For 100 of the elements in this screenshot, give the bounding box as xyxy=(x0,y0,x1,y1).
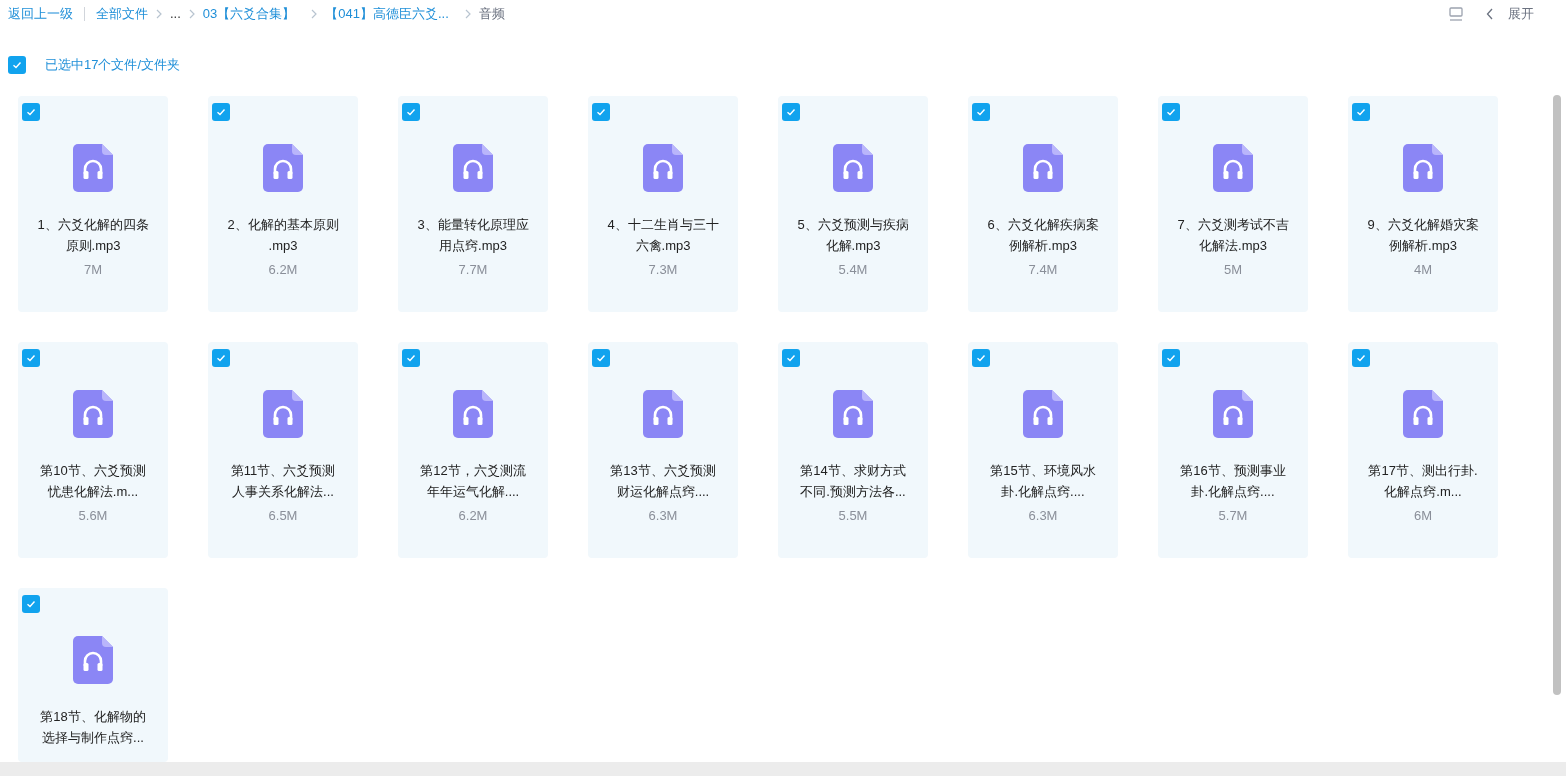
file-size: 5.4M xyxy=(838,261,868,279)
checkmark-icon xyxy=(1165,352,1177,364)
file-checkbox[interactable] xyxy=(972,349,990,367)
file-checkbox[interactable] xyxy=(1162,349,1180,367)
expand-button[interactable]: 展开 xyxy=(1508,3,1534,24)
breadcrumb-link[interactable]: 全部文件 xyxy=(96,3,148,24)
file-checkbox[interactable] xyxy=(402,349,420,367)
audio-file-icon xyxy=(453,390,493,438)
file-card[interactable]: 第18节、化解物的 选择与制作点窍... xyxy=(18,588,168,762)
file-name: 第15节、环境风水 卦.化解点窍.... xyxy=(990,462,1096,501)
audio-file-icon xyxy=(73,144,113,192)
file-card[interactable]: 6、六爻化解疾病案 例解析.mp3 7.4M xyxy=(968,96,1118,312)
file-name: 7、六爻测考试不吉 化解法.mp3 xyxy=(1177,216,1289,255)
file-name: 4、十二生肖与三十 六禽.mp3 xyxy=(607,216,719,255)
file-card[interactable]: 第15节、环境风水 卦.化解点窍.... 6.3M xyxy=(968,342,1118,558)
audio-file-icon xyxy=(263,390,303,438)
file-size: 6.3M xyxy=(1028,507,1058,525)
file-checkbox[interactable] xyxy=(1352,349,1370,367)
chevron-left-icon[interactable] xyxy=(1486,7,1494,20)
file-name: 2、化解的基本原则 .mp3 xyxy=(227,216,339,255)
file-checkbox[interactable] xyxy=(1352,103,1370,121)
audio-file-icon xyxy=(73,636,113,684)
file-card[interactable]: 第17节、测出行卦. 化解点窍.m... 6M xyxy=(1348,342,1498,558)
file-size: 6M xyxy=(1413,507,1433,525)
file-card[interactable]: 2、化解的基本原则 .mp3 6.2M xyxy=(208,96,358,312)
file-size: 6.2M xyxy=(268,261,298,279)
audio-file-icon xyxy=(1023,144,1063,192)
checkmark-icon xyxy=(595,106,607,118)
file-size: 5.7M xyxy=(1218,507,1248,525)
chevron-right-icon xyxy=(188,8,195,19)
file-card[interactable]: 4、十二生肖与三十 六禽.mp3 7.3M xyxy=(588,96,738,312)
audio-file-icon xyxy=(1403,144,1443,192)
checkmark-icon xyxy=(25,598,37,610)
file-size: 6.5M xyxy=(268,507,298,525)
file-checkbox[interactable] xyxy=(22,349,40,367)
file-card[interactable]: 9、六爻化解婚灾案 例解析.mp3 4M xyxy=(1348,96,1498,312)
file-card[interactable]: 3、能量转化原理应 用点窍.mp3 7.7M xyxy=(398,96,548,312)
file-checkbox[interactable] xyxy=(212,103,230,121)
chevron-right-icon xyxy=(464,8,471,19)
file-checkbox[interactable] xyxy=(212,349,230,367)
audio-file-icon xyxy=(263,144,303,192)
checkmark-icon xyxy=(785,352,797,364)
file-card[interactable]: 第11节、六爻预测 人事关系化解法... 6.5M xyxy=(208,342,358,558)
file-card[interactable]: 1、六爻化解的四条 原则.mp3 7M xyxy=(18,96,168,312)
selection-count: 已选中17个文件/文件夹 xyxy=(45,56,181,75)
checkmark-icon xyxy=(595,352,607,364)
file-name: 6、六爻化解疾病案 例解析.mp3 xyxy=(987,216,1099,255)
checkmark-icon xyxy=(215,106,227,118)
file-name: 3、能量转化原理应 用点窍.mp3 xyxy=(417,216,529,255)
file-checkbox[interactable] xyxy=(22,595,40,613)
file-checkbox[interactable] xyxy=(782,349,800,367)
checkmark-icon xyxy=(975,352,987,364)
audio-file-icon xyxy=(833,390,873,438)
checkmark-icon xyxy=(215,352,227,364)
audio-file-icon xyxy=(1403,390,1443,438)
file-checkbox[interactable] xyxy=(782,103,800,121)
file-checkbox[interactable] xyxy=(592,349,610,367)
file-size: 4M xyxy=(1413,261,1433,279)
scrollbar[interactable] xyxy=(1553,95,1561,695)
file-name: 5、六爻预测与疾病 化解.mp3 xyxy=(797,216,909,255)
audio-file-icon xyxy=(453,144,493,192)
back-link[interactable]: 返回上一级 xyxy=(8,3,73,24)
file-checkbox[interactable] xyxy=(972,103,990,121)
audio-file-icon xyxy=(643,144,683,192)
checkmark-icon xyxy=(1165,106,1177,118)
file-name: 第16节、预测事业 卦.化解点窍.... xyxy=(1180,462,1286,501)
checkmark-icon xyxy=(975,106,987,118)
audio-file-icon xyxy=(643,390,683,438)
audio-file-icon xyxy=(1213,144,1253,192)
file-name: 第11节、六爻预测 人事关系化解法... xyxy=(230,462,336,501)
file-checkbox[interactable] xyxy=(592,103,610,121)
file-checkbox[interactable] xyxy=(22,103,40,121)
file-card[interactable]: 第13节、六爻预测 财运化解点窍.... 6.3M xyxy=(588,342,738,558)
file-card[interactable]: 第10节、六爻预测 忧患化解法.m... 5.6M xyxy=(18,342,168,558)
file-name: 9、六爻化解婚灾案 例解析.mp3 xyxy=(1367,216,1479,255)
breadcrumb-link[interactable]: 03【六爻合集】 xyxy=(202,3,296,24)
audio-file-icon xyxy=(73,390,113,438)
checkmark-icon xyxy=(405,352,417,364)
file-name: 1、六爻化解的四条 原则.mp3 xyxy=(37,216,149,255)
checkmark-icon xyxy=(405,106,417,118)
file-name: 第14节、求财方式 不同.预测方法各... xyxy=(800,462,906,501)
file-card[interactable]: 7、六爻测考试不吉 化解法.mp3 5M xyxy=(1158,96,1308,312)
select-all-checkbox[interactable] xyxy=(8,56,26,74)
file-checkbox[interactable] xyxy=(1162,103,1180,121)
file-checkbox[interactable] xyxy=(402,103,420,121)
file-size: 6.3M xyxy=(648,507,678,525)
file-size: 7M xyxy=(83,261,103,279)
file-name: 第10节、六爻预测 忧患化解法.m... xyxy=(40,462,146,501)
file-card[interactable]: 第12节，六爻测流 年年运气化解.... 6.2M xyxy=(398,342,548,558)
audio-file-icon xyxy=(833,144,873,192)
breadcrumb-link[interactable]: 【041】高德臣六爻... xyxy=(325,3,449,24)
file-card[interactable]: 第16节、预测事业 卦.化解点窍.... 5.7M xyxy=(1158,342,1308,558)
list-view-icon[interactable] xyxy=(1448,5,1464,22)
file-card[interactable]: 5、六爻预测与疾病 化解.mp3 5.4M xyxy=(778,96,928,312)
chevron-right-icon xyxy=(311,8,318,19)
file-card[interactable]: 第14节、求财方式 不同.预测方法各... 5.5M xyxy=(778,342,928,558)
file-name: 第13节、六爻预测 财运化解点窍.... xyxy=(610,462,716,501)
breadcrumb-link[interactable]: ... xyxy=(170,3,181,24)
file-size: 7.7M xyxy=(458,261,488,279)
file-size: 5.5M xyxy=(838,507,868,525)
